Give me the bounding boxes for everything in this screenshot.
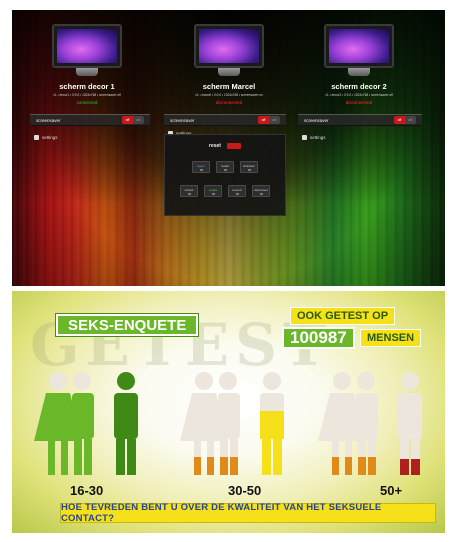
survey-graphic: GETEST SEKS-ENQUETE OOK GETEST OP 100987…: [12, 291, 445, 533]
screen-control-panel: scherm decor 1 v1 • decor1 • 0:0:0 • 102…: [12, 10, 445, 286]
tested-label: OOK GETEST OP: [290, 307, 396, 325]
man-figure-icon: [72, 372, 94, 475]
reset-button[interactable]: [226, 143, 241, 149]
settings-panel: reset logout restart shutdown refresh up…: [164, 134, 286, 216]
reset-label: reset: [209, 143, 221, 149]
monitor-icon: [52, 24, 122, 76]
screen-info: v1 • decor1 • 0:0:0 • 1024x768 • screens…: [53, 93, 121, 97]
screensaver-label: screensaver: [170, 117, 195, 123]
man-figure-icon: [218, 372, 240, 475]
man-figure-icon: [398, 372, 422, 475]
screensaver-label: screensaver: [304, 117, 329, 123]
connection-status: disconnected: [345, 100, 373, 105]
settings-label: settings: [310, 134, 326, 140]
monitor-icon: [194, 24, 264, 76]
screen-info: v1 • marcel • 0:0:0 • 1024x768 • screens…: [195, 93, 263, 97]
screensaver-row-2: screensaver off on: [164, 114, 286, 126]
restart-button[interactable]: restart: [216, 161, 234, 173]
screensaver-label: screensaver: [36, 117, 61, 123]
lock-icon: [302, 134, 307, 140]
tested-unit: MENSEN: [360, 329, 422, 347]
logout-button[interactable]: logout: [192, 161, 210, 173]
screen-name: scherm decor 2: [331, 82, 387, 91]
settings-row-3[interactable]: settings: [298, 132, 422, 142]
figure-group-30-50: [180, 372, 284, 475]
age-label-16-30: 16-30: [70, 483, 104, 498]
shutdown-button[interactable]: shutdown: [240, 161, 258, 173]
connect-button[interactable]: connect: [228, 185, 246, 197]
screensaver-row-3: screensaver off on: [298, 114, 422, 126]
figure-group-50-plus: [318, 372, 422, 475]
man-figure-icon: [260, 372, 284, 475]
connection-status: disconnected: [215, 100, 243, 105]
monitor-icon: [324, 24, 394, 76]
survey-question: HOE TEVREDEN BENT U OVER DE KWALITEIT VA…: [60, 502, 436, 524]
disconnect-button[interactable]: disconnect: [252, 185, 270, 197]
screen-name: scherm decor 1: [59, 82, 115, 91]
lock-icon: [34, 134, 39, 140]
man-figure-icon: [114, 372, 138, 475]
refresh-button[interactable]: refresh: [180, 185, 198, 197]
age-label-50-plus: 50+: [380, 483, 403, 498]
screen-info: v1 • decor2 • 0:0:0 • 1024x768 • screens…: [325, 93, 393, 97]
update-button[interactable]: update: [204, 185, 222, 197]
connection-status: connected: [76, 100, 98, 105]
settings-label: settings: [42, 134, 58, 140]
figure-group-16-30: [34, 372, 138, 475]
screensaver-toggle[interactable]: off on: [258, 116, 280, 124]
survey-title: SEKS-ENQUETE: [56, 314, 199, 336]
screen-name: scherm Marcel: [202, 82, 256, 91]
tested-count: 100987: [282, 327, 355, 349]
screensaver-toggle[interactable]: off on: [122, 116, 144, 124]
screensaver-row-1: screensaver off on: [30, 114, 150, 126]
man-figure-icon: [356, 372, 378, 475]
settings-row-1[interactable]: settings: [30, 132, 150, 142]
age-label-30-50: 30-50: [228, 483, 262, 498]
screensaver-toggle[interactable]: off on: [394, 116, 416, 124]
